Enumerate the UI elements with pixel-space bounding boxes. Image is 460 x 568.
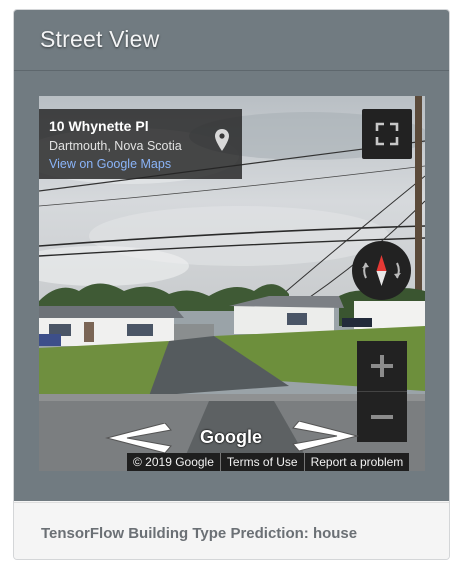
- report-problem-link[interactable]: Report a problem: [303, 453, 410, 471]
- terms-of-use-link[interactable]: Terms of Use: [219, 453, 304, 471]
- copyright-text: © 2019 Google: [127, 453, 220, 471]
- card-title: Street View: [40, 26, 160, 52]
- arrow-right-icon[interactable]: [291, 420, 359, 456]
- compass-icon: [352, 255, 411, 304]
- fullscreen-button[interactable]: [362, 109, 412, 159]
- street-view-panorama[interactable]: 10 Whynette Pl Dartmouth, Nova Scotia Vi…: [39, 96, 425, 471]
- card-header: Street View: [14, 10, 449, 71]
- address-info-box: 10 Whynette Pl Dartmouth, Nova Scotia Vi…: [39, 109, 242, 179]
- prediction-text: TensorFlow Building Type Prediction: hou…: [41, 525, 358, 542]
- attribution-bar: © 2019 Google Terms of Use Report a prob…: [127, 453, 410, 471]
- card-footer: TensorFlow Building Type Prediction: hou…: [14, 502, 449, 559]
- minus-icon: [357, 415, 407, 446]
- view-on-google-maps-link[interactable]: View on Google Maps: [49, 157, 171, 171]
- map-pin-icon[interactable]: [215, 129, 229, 156]
- card-body: 10 Whynette Pl Dartmouth, Nova Scotia Vi…: [14, 71, 449, 501]
- fullscreen-icon: [362, 122, 412, 163]
- compass-control[interactable]: [352, 241, 411, 300]
- zoom-in-button[interactable]: [357, 341, 407, 392]
- zoom-out-button[interactable]: [357, 392, 407, 442]
- address-subtitle: Dartmouth, Nova Scotia: [49, 139, 182, 153]
- google-logo: Google: [200, 427, 262, 447]
- street-view-card: Street View 10 Whynette Pl Dartmouth, No…: [13, 9, 450, 560]
- address-title: 10 Whynette Pl: [49, 118, 149, 134]
